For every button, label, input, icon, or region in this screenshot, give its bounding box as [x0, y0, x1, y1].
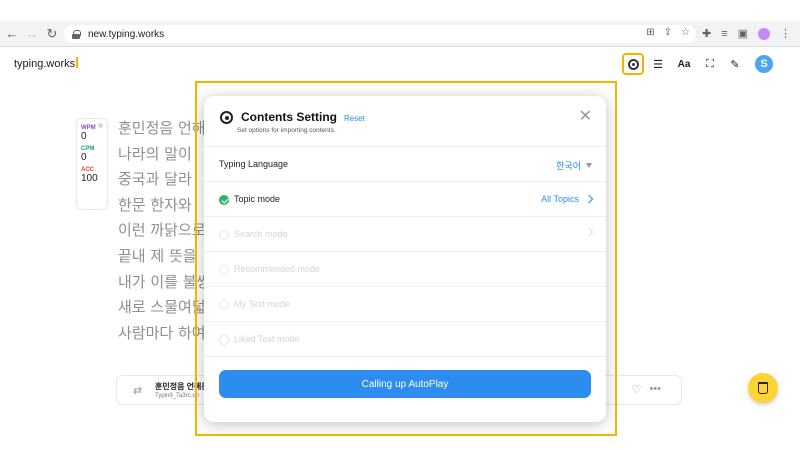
translate-icon[interactable]: ⊞ [646, 27, 654, 38]
pencil-icon: ✎ [730, 58, 740, 71]
mode-label: Topic mode [234, 194, 281, 204]
edit-button[interactable]: ✎ [724, 54, 746, 74]
cup-icon [758, 382, 768, 394]
font-button[interactable]: Aa [672, 54, 696, 74]
language-select[interactable]: 한국어 [556, 159, 592, 172]
gear-icon [220, 111, 233, 124]
radio-icon[interactable] [219, 265, 229, 275]
caret-icon [76, 57, 78, 68]
text-line: 끝내 제 뜻을 [118, 246, 197, 265]
text-line: 새로 스물여덟 [118, 298, 206, 317]
modal-title: Contents Setting [241, 110, 337, 124]
list-button[interactable]: ☰ [647, 54, 669, 74]
gear-icon [627, 58, 639, 70]
more-icon[interactable]: ••• [649, 383, 661, 396]
url-text[interactable]: new.typing.works [88, 29, 164, 40]
chevron-down-icon [586, 163, 592, 168]
extensions-icon[interactable]: ✚ [702, 27, 711, 40]
heart-icon[interactable]: ♡ [632, 383, 642, 396]
fullscreen-button[interactable]: ⛶ [699, 54, 721, 74]
text-line: 훈민정음 언해 [118, 119, 206, 137]
modal-subtitle: Set options for importing contents. [237, 127, 336, 134]
contents-setting-modal: Contents Setting Reset Set options for i… [204, 96, 606, 422]
mode-option-search[interactable]: Search mode [204, 216, 606, 251]
text-line: 사람마다 하여 [118, 323, 206, 342]
mode-option-my-text[interactable]: My Text mode [204, 286, 606, 321]
radio-icon[interactable] [219, 230, 229, 240]
modal-header: Contents Setting Reset Set options for i… [204, 96, 606, 144]
radio-icon[interactable] [219, 335, 229, 345]
check-circle-icon[interactable] [219, 195, 229, 205]
mode-label: Recommended mode [234, 264, 321, 274]
text-line: 중국과 달라 [118, 170, 192, 189]
font-label: Aa [677, 58, 691, 70]
content-title: 훈민정음 언해본 [155, 382, 209, 391]
avatar-initial: S [760, 58, 768, 70]
autoplay-button[interactable]: Calling up AutoPlay [219, 370, 591, 398]
mode-label: Liked Text mode [234, 334, 300, 344]
stats-card: WPM 0 CPM 0 ACC 100 [76, 118, 108, 210]
topic-select[interactable]: All Topics [541, 194, 594, 204]
fullscreen-icon: ⛶ [706, 57, 714, 70]
mode-option-topic[interactable]: Topic mode All Topics [204, 181, 606, 216]
address-bar[interactable]: new.typing.works ⊞ ⇪ ☆ [64, 25, 696, 43]
mode-option-liked-text[interactable]: Liked Text mode [204, 321, 606, 356]
profile-icon[interactable] [758, 27, 771, 40]
bookmark-star-icon[interactable]: ☆ [681, 27, 690, 38]
divider [204, 356, 606, 357]
share-icon[interactable]: ⇪ [664, 27, 672, 38]
chevron-right-icon [584, 194, 594, 204]
swap-icon[interactable]: ⇄ [133, 384, 142, 397]
close-icon[interactable]: ✕ [579, 109, 592, 125]
brand-logo[interactable]: typing.works [14, 57, 78, 70]
forward-arrow-icon[interactable]: → [24, 26, 40, 42]
typing-language-row[interactable]: Typing Language 한국어 [204, 146, 606, 181]
mode-option-recommended[interactable]: Recommended mode [204, 251, 606, 286]
wpm-value: 0 [81, 131, 87, 142]
app-toolbar: ☰ Aa ⛶ ✎ S [622, 53, 773, 75]
brand-text: typing.works [14, 58, 76, 70]
radio-icon[interactable] [219, 300, 229, 310]
text-line: 한문 한자와 [118, 195, 192, 214]
mode-label: Search mode [234, 229, 288, 239]
reset-button[interactable]: Reset [344, 114, 365, 123]
language-label: Typing Language [219, 159, 289, 169]
back-arrow-icon[interactable]: ← [4, 26, 20, 42]
content-subtitle: Typin9_Ta3rc.un [155, 393, 200, 399]
reading-list-icon[interactable]: ≡ [721, 28, 727, 40]
text-line: 내가 이를 불쌍 [118, 272, 211, 291]
text-line: 이런 까닭으로 [118, 221, 206, 240]
typing-text: 훈민정음 언해 나라의 말이 중국과 달라 한문 한자와 이런 까닭으로 끝내 … [118, 116, 213, 346]
lock-icon[interactable] [72, 29, 81, 39]
language-value: 한국어 [556, 161, 581, 171]
kebab-menu-icon[interactable]: ⋮ [780, 27, 791, 40]
cpm-value: 0 [81, 152, 87, 163]
reload-icon[interactable]: ↻ [44, 26, 60, 42]
mode-label: My Text mode [234, 299, 290, 309]
text-line: 나라의 말이 [118, 144, 192, 163]
avatar[interactable]: S [755, 55, 773, 73]
acc-value: 100 [81, 173, 98, 184]
settings-button[interactable] [622, 53, 644, 75]
list-icon: ☰ [653, 58, 663, 71]
search-chevron[interactable] [584, 227, 594, 237]
side-panel-icon[interactable]: ▣ [738, 27, 748, 40]
status-dot-icon [98, 123, 103, 128]
browser-toolbar: ← → ↻ new.typing.works ⊞ ⇪ ☆ ✚ ≡ ▣ ⋮ [0, 21, 800, 47]
buy-me-coffee-button[interactable] [748, 373, 778, 403]
topic-value: All Topics [541, 194, 579, 204]
chevron-right-icon [584, 227, 594, 237]
